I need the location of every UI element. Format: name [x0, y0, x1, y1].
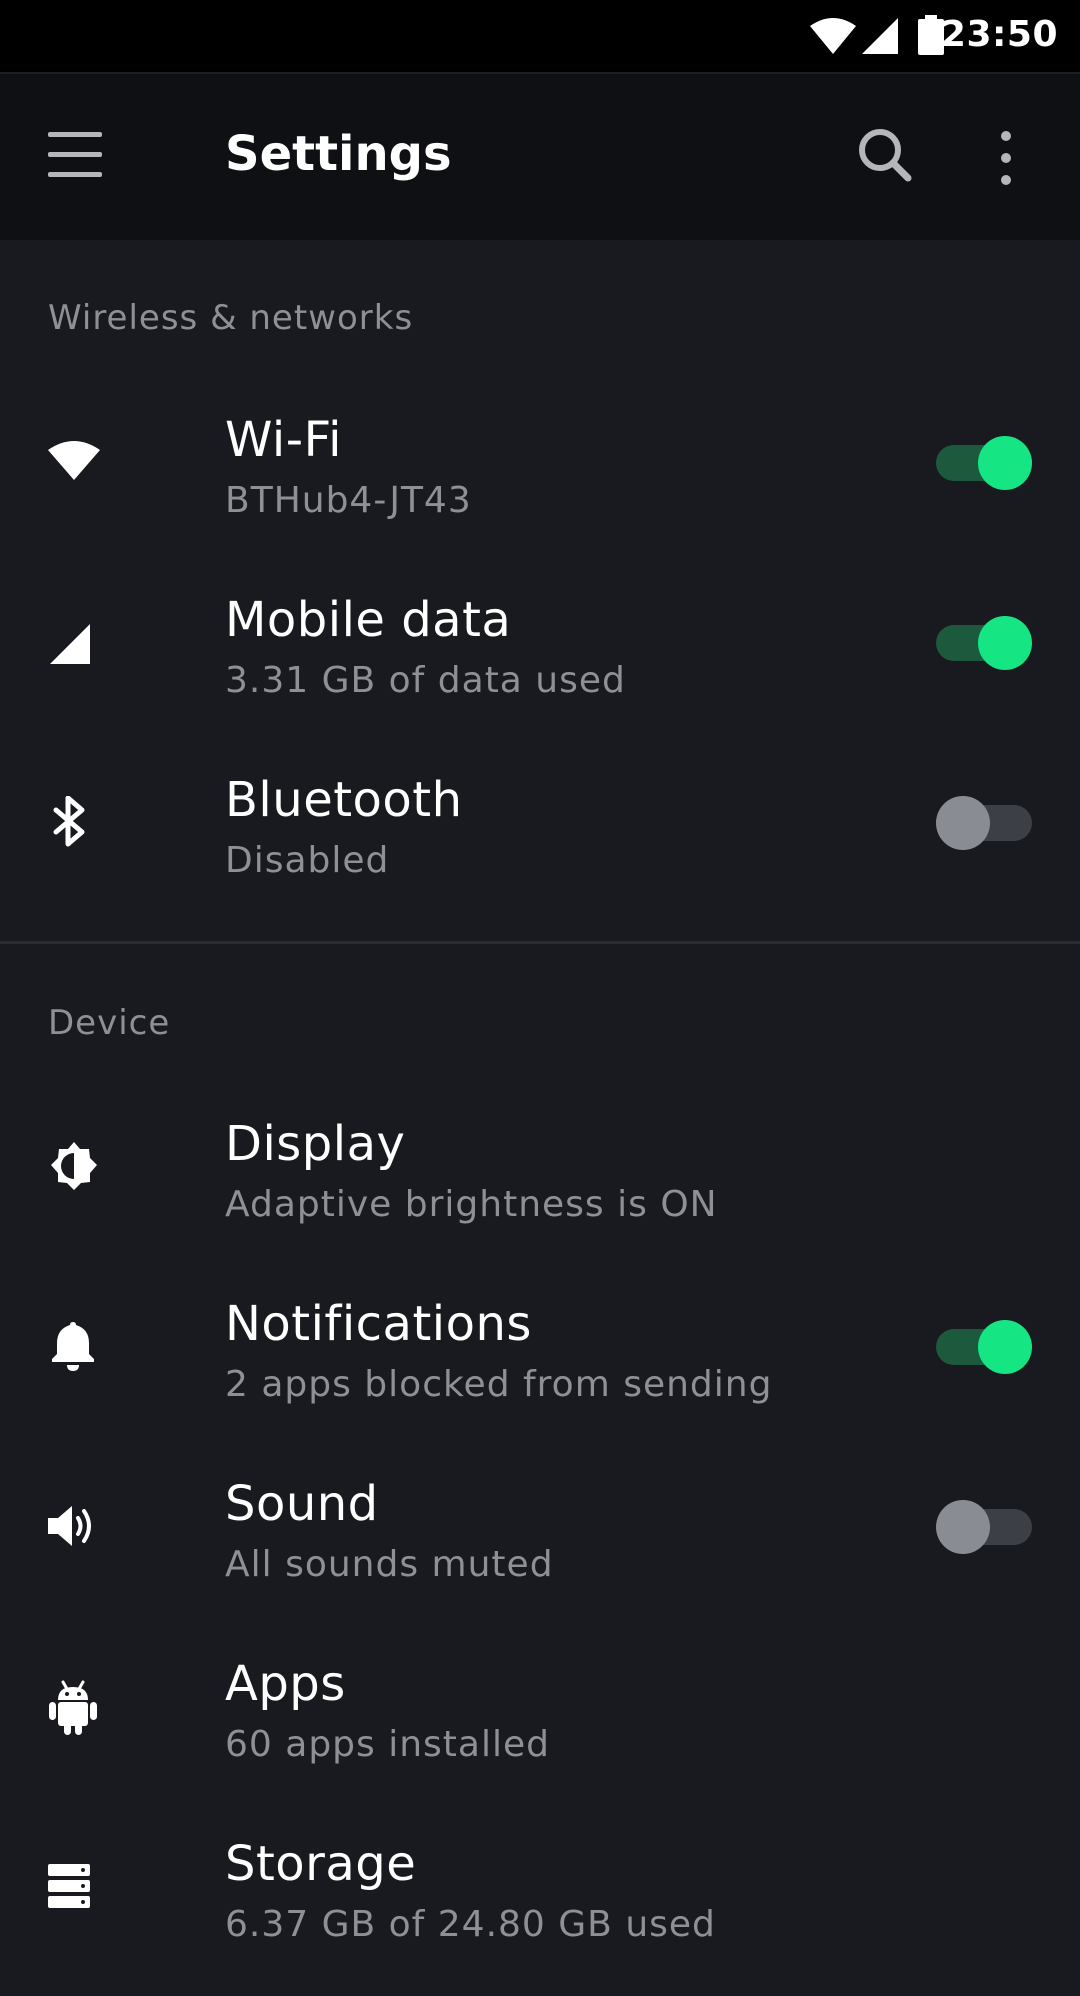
status-bar: 23:50 — [0, 0, 1080, 72]
sound-toggle[interactable] — [936, 1500, 1032, 1554]
volume-icon — [48, 1500, 100, 1552]
app-bar: Settings — [0, 72, 1080, 240]
setting-subtitle: 60 apps installed — [225, 1724, 550, 1765]
storage-icon — [48, 1860, 100, 1912]
setting-subtitle: Disabled — [225, 840, 390, 881]
section-divider — [0, 941, 1080, 944]
bluetooth-toggle[interactable] — [936, 796, 1032, 850]
menu-icon[interactable] — [48, 132, 102, 178]
signal-icon — [48, 616, 100, 668]
wifi-icon — [48, 436, 100, 488]
setting-row-sound[interactable]: Sound All sounds muted — [0, 1456, 1080, 1636]
mobile-data-toggle[interactable] — [936, 616, 1032, 670]
wifi-toggle[interactable] — [936, 436, 1032, 490]
wifi-icon — [810, 18, 856, 58]
more-vert-icon[interactable] — [990, 130, 1022, 186]
notifications-toggle[interactable] — [936, 1320, 1032, 1374]
setting-subtitle: 3.31 GB of data used — [225, 660, 626, 701]
setting-title: Bluetooth — [225, 772, 463, 828]
setting-row-storage[interactable]: Storage 6.37 GB of 24.80 GB used — [0, 1816, 1080, 1996]
setting-title: Wi-Fi — [225, 412, 343, 468]
setting-subtitle: 2 apps blocked from sending — [225, 1364, 773, 1405]
brightness-icon — [48, 1140, 100, 1192]
setting-title: Sound — [225, 1476, 379, 1532]
setting-title: Notifications — [225, 1296, 532, 1352]
setting-row-mobile-data[interactable]: Mobile data 3.31 GB of data used — [0, 572, 1080, 752]
setting-row-apps[interactable]: Apps 60 apps installed — [0, 1636, 1080, 1816]
android-icon — [48, 1680, 100, 1735]
section-header-wireless: Wireless & networks — [48, 298, 414, 338]
setting-title: Storage — [225, 1836, 417, 1892]
bluetooth-icon — [48, 795, 100, 848]
bell-icon — [48, 1320, 100, 1372]
page-title: Settings — [225, 126, 452, 182]
setting-subtitle: 6.37 GB of 24.80 GB used — [225, 1904, 716, 1945]
setting-subtitle: BTHub4-JT43 — [225, 480, 472, 521]
setting-row-display[interactable]: Display Adaptive brightness is ON — [0, 1096, 1080, 1276]
setting-subtitle: All sounds muted — [225, 1544, 554, 1585]
search-icon[interactable] — [858, 128, 912, 186]
section-header-device: Device — [48, 1003, 171, 1043]
setting-title: Mobile data — [225, 592, 512, 648]
setting-row-bluetooth[interactable]: Bluetooth Disabled — [0, 752, 1080, 932]
setting-title: Display — [225, 1116, 406, 1172]
setting-subtitle: Adaptive brightness is ON — [225, 1184, 718, 1225]
signal-icon — [862, 18, 898, 58]
clock: 23:50 — [940, 14, 1058, 55]
setting-title: Apps — [225, 1656, 346, 1712]
setting-row-wifi[interactable]: Wi-Fi BTHub4-JT43 — [0, 392, 1080, 572]
setting-row-notifications[interactable]: Notifications 2 apps blocked from sendin… — [0, 1276, 1080, 1456]
